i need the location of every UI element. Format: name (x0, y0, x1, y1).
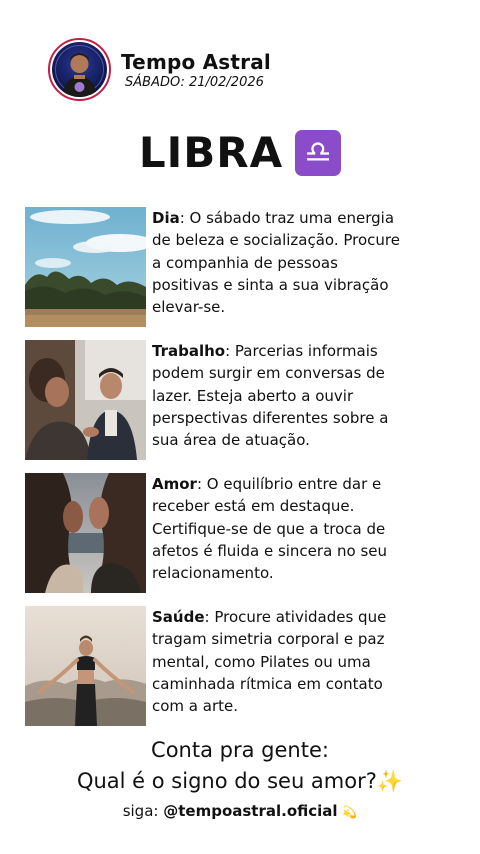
section-amor-text: Amor: O equilíbrio entre dar e receber e… (152, 473, 402, 593)
section-trabalho-text: Trabalho: Parcerias informais podem surg… (152, 340, 402, 460)
sign-name: LIBRA (138, 128, 284, 177)
section-title: Saúde (152, 608, 205, 626)
exercise-image (25, 606, 146, 726)
colleagues-image (25, 340, 146, 460)
libra-icon: ♎ (295, 129, 342, 176)
section-title: Trabalho (152, 342, 226, 360)
section-saude-text: Saúde: Procure atividades que tragam sim… (152, 606, 402, 726)
date-label: SÁBADO: 21/02/2026 (125, 74, 264, 90)
section-trabalho: Trabalho: Parcerias informais podem surg… (25, 340, 405, 460)
sky-trees-image (25, 207, 146, 327)
section-dia-text: Dia: O sábado traz uma energia de beleza… (152, 207, 402, 327)
call-to-action: Conta pra gente: Qual é o signo do seu a… (0, 735, 480, 824)
cta-line-2: Qual é o signo do seu amor?✨ (0, 765, 480, 797)
header: Tempo Astral SÁBADO: 21/02/2026 (48, 38, 271, 101)
follow-line: siga: @tempoastral.oficial 💫 (0, 799, 480, 824)
follow-prefix: siga: (122, 802, 164, 820)
sign-title: LIBRA ♎ (0, 128, 480, 177)
cta-question: Qual é o signo do seu amor? (76, 769, 377, 793)
couple-image (25, 473, 146, 593)
section-dia: Dia: O sábado traz uma energia de beleza… (25, 207, 405, 327)
section-saude: Saúde: Procure atividades que tragam sim… (25, 606, 405, 726)
brand-name: Tempo Astral (121, 49, 271, 74)
section-body: : O sábado traz uma energia de beleza e … (152, 209, 400, 317)
avatar[interactable] (48, 38, 111, 101)
sparkles-icon: ✨ (376, 769, 404, 793)
horoscope-sections: Dia: O sábado traz uma energia de beleza… (25, 207, 405, 726)
host-avatar-image (52, 42, 107, 97)
section-title: Amor (152, 475, 197, 493)
handle-link[interactable]: @tempoastral.oficial (163, 802, 337, 820)
dizzy-star-icon: 💫 (342, 805, 358, 819)
section-title: Dia (152, 209, 180, 227)
cta-line-1: Conta pra gente: (151, 738, 329, 762)
section-amor: Amor: O equilíbrio entre dar e receber e… (25, 473, 405, 593)
